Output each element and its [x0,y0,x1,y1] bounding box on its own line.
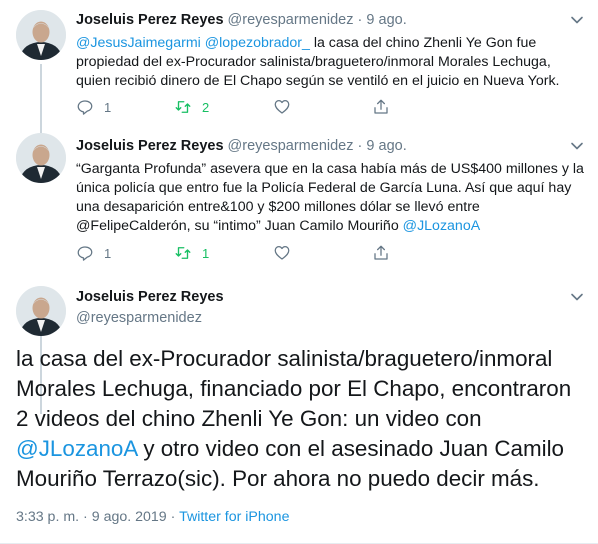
avatar[interactable] [16,286,66,336]
tweet-date[interactable]: 9 ago. 2019 [92,509,167,525]
reply-count: 1 [104,99,112,115]
share-button[interactable] [372,98,390,116]
avatar-image [16,10,66,60]
heart-icon [274,245,290,260]
display-name[interactable]: Joseluis Perez Reyes [76,289,224,305]
reply-button[interactable]: 1 [76,98,111,116]
chevron-down-icon[interactable] [570,13,584,27]
tweet-header: Joseluis Perez Reyes @reyesparmenidez · … [76,138,407,154]
tweet-body: “Garganta Profunda” asevera que en la ca… [76,161,584,234]
like-button[interactable] [273,98,291,116]
tweet-date[interactable]: 9 ago. [366,12,406,28]
reply-button[interactable]: 1 [76,244,111,262]
retweet-count: 2 [202,99,210,115]
avatar[interactable] [16,10,66,60]
chevron-down-icon[interactable] [570,139,584,153]
tweet-body: la casa del ex-Procurador salinista/brag… [16,346,572,431]
reply-count: 1 [104,245,112,261]
avatar-image [16,133,66,183]
mention-link[interactable]: @lopezobrador_ [205,35,310,51]
mention-link[interactable]: @JesusJaimegarmi [76,35,201,51]
tweet-actions: 1 1 [76,244,396,264]
separator: · [357,138,363,154]
tweet-source-link[interactable]: Twitter for iPhone [179,509,289,525]
separator: · [357,12,363,28]
share-icon [374,245,388,260]
separator: · [83,509,88,525]
tweet-actions: 1 2 [76,98,396,118]
user-handle[interactable]: @reyesparmenidez [228,12,354,28]
tweet-time[interactable]: 3:33 p. m. [16,509,79,525]
main-tweet-text: la casa del ex-Procurador salinista/brag… [16,344,586,494]
chevron-down-icon[interactable] [570,290,584,304]
tweet-text: “Garganta Profunda” asevera que en la ca… [76,160,584,236]
display-name[interactable]: Joseluis Perez Reyes [76,12,224,28]
retweet-count: 1 [202,245,210,261]
mention-link[interactable]: @JLozanoA [403,218,481,234]
avatar[interactable] [16,133,66,183]
thread-connector [40,64,42,136]
mention-link[interactable]: @JLozanoA [16,436,137,461]
retweet-button[interactable]: 2 [174,98,209,116]
tweet-metadata: 3:33 p. m. · 9 ago. 2019 · Twitter for i… [16,509,289,525]
user-handle[interactable]: @reyesparmenidez [228,138,354,154]
tweet-header: Joseluis Perez Reyes @reyesparmenidez · … [76,12,407,28]
thread-tweet-1[interactable]: Joseluis Perez Reyes @reyesparmenidez · … [0,0,598,136]
retweet-icon [175,247,191,259]
retweet-icon [175,101,191,113]
reply-icon [77,100,93,115]
share-icon [374,99,388,114]
user-handle[interactable]: @reyesparmenidez [76,310,202,326]
separator: · [170,509,176,525]
retweet-button[interactable]: 1 [174,244,209,262]
heart-icon [274,99,290,114]
tweet-text: @JesusJaimegarmi @lopezobrador_ la casa … [76,34,584,91]
like-button[interactable] [273,244,291,262]
avatar-image [16,286,66,336]
share-button[interactable] [372,244,390,262]
tweet-date[interactable]: 9 ago. [366,138,406,154]
reply-icon [77,246,93,261]
display-name[interactable]: Joseluis Perez Reyes [76,138,224,154]
